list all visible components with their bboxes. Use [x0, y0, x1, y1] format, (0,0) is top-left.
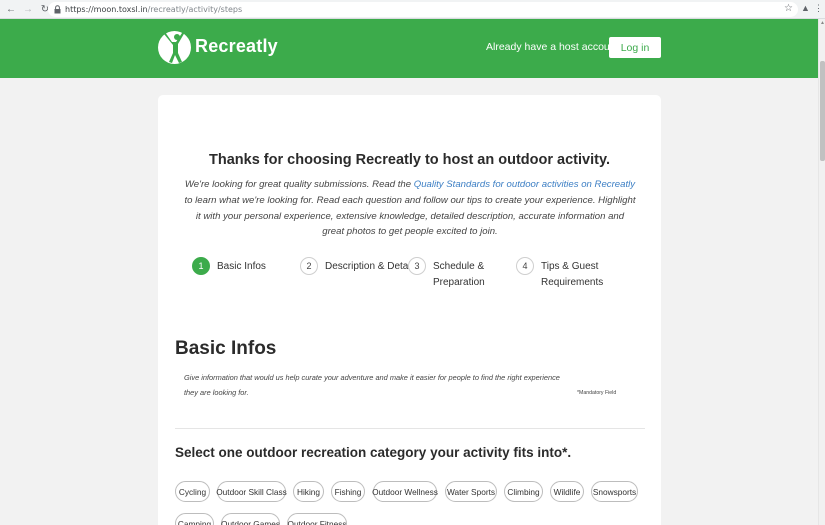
intro-text-after: to learn what we're looking for. Read ea… — [184, 194, 636, 238]
step-label-line: Tips & Guest — [541, 261, 599, 272]
host-account-prompt: Already have a host account? — [486, 41, 625, 53]
step-label-line: Basic Infos — [217, 261, 266, 272]
site-header: Recreatly Already have a host account? L… — [0, 19, 818, 78]
activity-form-card: Thanks for choosing Recreatly to host an… — [158, 95, 661, 525]
section-description: Give information that would us help cura… — [184, 373, 560, 397]
category-chip-outdoor-skill-class[interactable]: Outdoor Skill Class — [216, 481, 287, 502]
intro-title: Thanks for choosing Recreatly to host an… — [209, 152, 610, 168]
category-chip-snowsports[interactable]: Snowsports — [591, 481, 638, 502]
step-schedule-preparation[interactable]: 3 Schedule & Preparation — [408, 257, 485, 290]
step-label-line: Description & Details — [325, 261, 418, 272]
mandatory-field-note: *Mandatory Field — [577, 390, 617, 396]
extension-icon[interactable]: ▲ — [801, 3, 810, 13]
logo[interactable] — [158, 26, 191, 69]
quality-standards-link[interactable]: Quality Standards for outdoor activities… — [414, 179, 635, 190]
category-question: Select one outdoor recreation category y… — [175, 445, 572, 460]
scroll-up-arrow-icon[interactable]: ▲ — [820, 20, 825, 26]
login-button[interactable]: Log in — [609, 37, 661, 58]
category-chip-outdoor-games[interactable]: Outdoor Games — [221, 513, 280, 525]
category-chip-wildlife[interactable]: Wildlife — [550, 481, 584, 502]
lock-icon — [53, 5, 61, 14]
category-chip-fishing[interactable]: Fishing — [331, 481, 365, 502]
category-chip-hiking[interactable]: Hiking — [293, 481, 324, 502]
step-label-line: Preparation — [433, 276, 485, 288]
category-chip-water-sports[interactable]: Water Sports — [445, 481, 497, 502]
bookmark-star-icon[interactable]: ☆ — [784, 3, 793, 14]
url-path: /recreatly/activity/steps — [147, 5, 243, 14]
step-label: Description & Details — [325, 259, 418, 275]
step-label: Basic Infos — [217, 259, 266, 275]
intro-text-before: We're looking for great quality submissi… — [184, 179, 414, 190]
step-label: Schedule & Preparation — [433, 259, 485, 290]
step-progress: 1 Basic Infos 2 Description & Details 3 … — [158, 257, 661, 297]
step-label: Tips & Guest Requirements — [541, 259, 603, 290]
jumping-person-icon — [164, 30, 185, 63]
menu-dots-icon[interactable]: ⋮ — [814, 3, 823, 14]
page-scrollbar[interactable]: ▲ — [818, 19, 825, 525]
brand-name[interactable]: Recreatly — [195, 36, 278, 57]
address-bar[interactable]: https://moon.toxsl.in/recreatly/activity… — [48, 2, 798, 17]
category-chip-camping[interactable]: Camping — [175, 513, 214, 525]
step-description-details[interactable]: 2 Description & Details — [300, 257, 418, 275]
step-number: 1 — [192, 257, 210, 275]
category-chip-outdoor-fitness[interactable]: Outdoor Fitness — [287, 513, 347, 525]
step-tips-guest-requirements[interactable]: 4 Tips & Guest Requirements — [516, 257, 603, 290]
section-title: Basic Infos — [175, 338, 277, 359]
intro-text: We're looking for great quality submissi… — [184, 177, 636, 240]
browser-toolbar: ← → ↻ https://moon.toxsl.in/recreatly/ac… — [0, 0, 825, 19]
url-host: https://moon.toxsl.in — [65, 5, 148, 14]
url-text: https://moon.toxsl.in/recreatly/activity… — [65, 5, 242, 14]
category-chip-cycling[interactable]: Cycling — [175, 481, 210, 502]
forward-icon[interactable]: → — [21, 2, 35, 16]
step-label-line: Schedule & — [433, 261, 485, 272]
step-basic-infos[interactable]: 1 Basic Infos — [192, 257, 266, 275]
step-label-line: Requirements — [541, 276, 604, 288]
scroll-thumb[interactable] — [820, 61, 825, 161]
back-icon[interactable]: ← — [4, 2, 18, 16]
category-chip-outdoor-wellness[interactable]: Outdoor Wellness — [372, 481, 438, 502]
step-number: 4 — [516, 257, 534, 275]
divider — [175, 428, 645, 429]
step-number: 2 — [300, 257, 318, 275]
step-number: 3 — [408, 257, 426, 275]
category-chip-climbing[interactable]: Climbing — [504, 481, 543, 502]
